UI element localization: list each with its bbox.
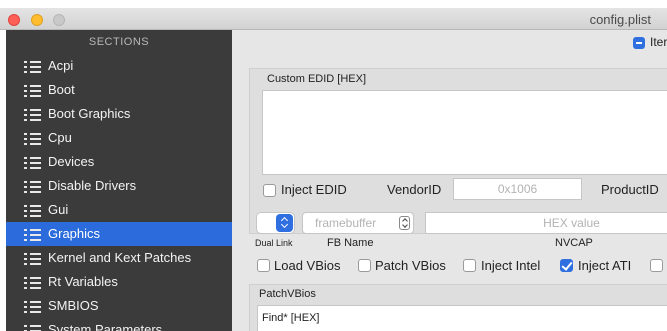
sidebar-item-label: Acpi [48,58,74,73]
custom-edid-textarea[interactable] [262,90,667,175]
sidebar-item-label: Cpu [48,130,72,145]
zoom-window-button[interactable] [53,14,65,26]
nvcap-label: NVCAP [555,237,593,249]
iter-label: Iter [650,35,667,49]
load-vbios-label: Load VBios [274,258,341,273]
fb-name-combobox[interactable]: framebuffer [302,212,414,234]
fb-name-placeholder: framebuffer [315,216,377,230]
inject-intel-checkbox[interactable] [463,259,476,272]
inject-ati-label: Inject ATI [578,258,632,273]
list-icon [24,85,41,97]
dual-link-popup[interactable] [256,212,295,234]
patch-vbios-title: PatchVBios [259,288,316,300]
sidebar-item-label: Boot Graphics [48,106,131,121]
sidebar-item-label: Graphics [48,226,101,241]
list-icon [24,157,41,169]
sidebar-item-kernel-and-kext-patches[interactable]: Kernel and Kext Patches [6,246,232,270]
list-icon [24,205,41,217]
sidebar-item-system-parameters[interactable]: System Parameters [6,318,232,331]
sidebar-item-label: Kernel and Kext Patches [48,250,192,265]
stepper-arrows-icon[interactable] [399,216,410,230]
sidebar-item-label: System Parameters [48,322,163,331]
list-icon [24,61,41,73]
window-title: config.plist [589,12,651,27]
inject-ati-checkbox[interactable] [560,259,573,272]
sidebar-item-acpi[interactable]: Acpi [6,54,232,78]
product-id-label: ProductID [601,182,659,197]
sidebar-item-boot[interactable]: Boot [6,78,232,102]
custom-edid-group: Custom EDID [HEX] Inject EDID VendorID 0… [249,68,667,234]
next-checkbox[interactable] [650,259,663,272]
patch-vbios-group: PatchVBios Find* [HEX] [249,284,667,331]
list-icon [24,277,41,289]
fb-name-label: FB Name [327,237,374,249]
sidebar-heading: SECTIONS [88,36,150,48]
sidebar-item-label: Gui [48,202,69,217]
sections-sidebar: SECTIONS Acpi Boot Boot Graphics Cpu Dev… [6,30,232,331]
inject-edid-checkbox[interactable] [263,184,276,197]
inject-edid-label: Inject EDID [281,182,347,197]
list-icon [24,109,41,121]
close-window-button[interactable] [8,14,20,26]
dual-link-label: Dual Link [255,238,293,248]
sidebar-item-devices[interactable]: Devices [6,150,232,174]
sidebar-item-boot-graphics[interactable]: Boot Graphics [6,102,232,126]
iter-checkbox[interactable] [633,37,645,49]
sidebar-item-smbios[interactable]: SMBIOS [6,294,232,318]
vendor-id-input[interactable]: 0x1006 [453,178,582,200]
minimize-window-button[interactable] [31,14,43,26]
sidebar-item-label: Devices [48,154,95,169]
list-icon [24,229,41,241]
patch-vbios-checkbox[interactable] [358,259,371,272]
list-icon [24,133,41,145]
popup-arrows-icon [276,214,293,232]
list-icon [24,181,41,193]
sidebar-item-label: Boot [48,82,75,97]
sidebar-item-rt-variables[interactable]: Rt Variables [6,270,232,294]
nvcap-input[interactable]: HEX value [425,212,667,234]
vendor-id-label: VendorID [387,182,442,197]
list-icon [24,301,41,313]
patch-vbios-label: Patch VBios [375,258,446,273]
sidebar-item-graphics[interactable]: Graphics [6,222,232,246]
sidebar-item-cpu[interactable]: Cpu [6,126,232,150]
sidebar-item-label: SMBIOS [48,298,99,313]
inject-intel-label: Inject Intel [481,258,541,273]
sidebar-item-disable-drivers[interactable]: Disable Drivers [6,174,232,198]
sidebar-item-label: Rt Variables [48,274,118,289]
sidebar-item-gui[interactable]: Gui [6,198,232,222]
title-bar: config.plist [0,8,667,30]
list-icon [24,325,41,331]
load-vbios-checkbox[interactable] [257,259,270,272]
list-icon [24,253,41,265]
sidebar-item-label: Disable Drivers [48,178,137,193]
graphics-panel: Iter Custom EDID [HEX] Inject EDID Vendo… [232,30,667,331]
find-column-header[interactable]: Find* [HEX] [257,305,667,331]
custom-edid-title: Custom EDID [HEX] [267,73,367,85]
